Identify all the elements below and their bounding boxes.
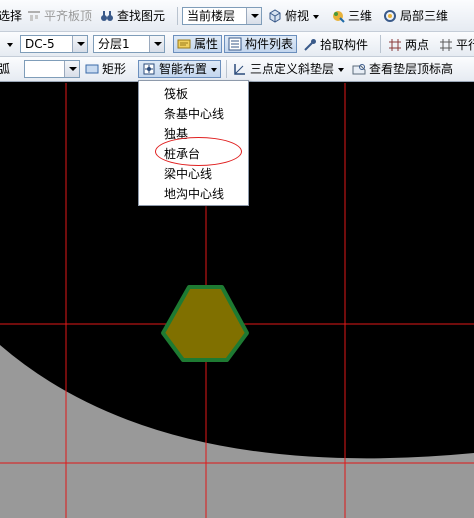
menu-item-pile-cap[interactable]: 桩承台 (139, 144, 248, 164)
align-top-label: 平齐板顶 (44, 9, 93, 23)
align-slab-top-button[interactable]: 平齐板顶 (27, 7, 92, 25)
local-threed-label: 局部三维 (400, 9, 449, 23)
chevron-down-icon[interactable] (313, 14, 320, 19)
parallel-icon (440, 38, 452, 51)
select-label: 选择 (0, 9, 23, 23)
grid-axis-icon (389, 38, 401, 51)
chevron-down-icon[interactable] (7, 43, 13, 47)
chevron-down-icon[interactable] (246, 8, 261, 24)
menu-item-raft-slab[interactable]: 筏板 (139, 84, 248, 104)
toolbar-draw: 弧 矩形 智能布置 三点定义斜垫层 查看垫层顶标高 (0, 57, 474, 82)
component-value: DC-5 (25, 37, 55, 51)
separator (380, 35, 381, 53)
pick-component-label: 拾取构件 (320, 38, 369, 52)
arc-button[interactable]: 弧 (0, 60, 10, 78)
find-element-button[interactable]: 查找图元 (100, 7, 165, 25)
menu-item-strip-foundation-centerline[interactable]: 条基中心线 (139, 104, 248, 124)
binoculars-icon (101, 10, 113, 21)
properties-button[interactable]: 属性 (173, 35, 223, 53)
component-list-label: 构件列表 (245, 37, 294, 51)
layer-select[interactable]: 分层1 (93, 35, 165, 53)
parallel-button[interactable]: 平行 (439, 36, 474, 54)
align-top-icon (28, 10, 40, 21)
separator (226, 60, 227, 78)
three-point-slope-button[interactable]: 三点定义斜垫层 (233, 60, 345, 78)
two-point-label: 两点 (405, 38, 430, 52)
threed-button[interactable]: 三维 (331, 7, 372, 25)
rectangle-button[interactable]: 矩形 (85, 60, 126, 78)
pick-component-button[interactable]: 拾取构件 (303, 36, 368, 54)
properties-icon (177, 39, 191, 48)
smart-layout-label: 智能布置 (159, 62, 208, 76)
eyedropper-icon (304, 38, 316, 51)
three-point-slope-label: 三点定义斜垫层 (250, 62, 335, 76)
chevron-down-icon[interactable] (149, 36, 164, 52)
component-list-button[interactable]: 构件列表 (224, 35, 298, 53)
smart-layout-menu: 筏板 条基中心线 独基 桩承台 梁中心线 地沟中心线 (138, 80, 249, 206)
menu-item-beam-centerline[interactable]: 梁中心线 (139, 164, 248, 184)
threed-icon (333, 10, 345, 23)
view-top-label: 俯视 (285, 9, 310, 23)
layer-value: 分层1 (98, 37, 130, 51)
local-threed-button[interactable]: 局部三维 (383, 7, 448, 25)
chevron-down-icon[interactable] (211, 67, 218, 72)
view-cushion-top-label: 查看垫层顶标高 (369, 62, 454, 76)
parallel-label: 平行 (456, 38, 474, 52)
cube-view-icon (269, 8, 281, 23)
smart-layout-icon (143, 63, 155, 74)
menu-item-trench-centerline[interactable]: 地沟中心线 (139, 184, 248, 204)
toolbar-main: 选择 平齐板顶 查找图元 当前楼层 俯视 三维 局部三维 (0, 0, 474, 32)
view-elevation-icon (352, 63, 366, 74)
two-point-button[interactable]: 两点 (388, 36, 429, 54)
menu-item-isolated-footing[interactable]: 独基 (139, 124, 248, 144)
properties-label: 属性 (194, 37, 219, 51)
local-threed-icon (384, 9, 396, 22)
view-top-button[interactable]: 俯视 (268, 7, 320, 25)
draw-mode-select[interactable] (24, 60, 80, 78)
rectangle-icon (85, 64, 99, 73)
find-element-label: 查找图元 (117, 9, 166, 23)
chevron-down-icon[interactable] (72, 36, 87, 52)
chevron-down-icon[interactable] (64, 61, 79, 77)
arc-label: 弧 (0, 62, 11, 76)
floor-scope-select[interactable]: 当前楼层 (182, 7, 262, 25)
separator (177, 7, 178, 25)
select-button[interactable]: 选择 (0, 7, 22, 25)
component-select[interactable]: DC-5 (20, 35, 88, 53)
floor-scope-value: 当前楼层 (187, 9, 236, 23)
toolbar-component: DC-5 分层1 属性 构件列表 拾取构件 两点 平行 (0, 32, 474, 57)
list-icon (228, 37, 242, 50)
view-cushion-top-button[interactable]: 查看垫层顶标高 (352, 60, 453, 78)
slope-icon (234, 63, 245, 75)
threed-label: 三维 (348, 9, 373, 23)
smart-layout-button[interactable]: 智能布置 (138, 60, 222, 78)
chevron-down-icon[interactable] (338, 67, 345, 72)
rectangle-label: 矩形 (102, 62, 127, 76)
